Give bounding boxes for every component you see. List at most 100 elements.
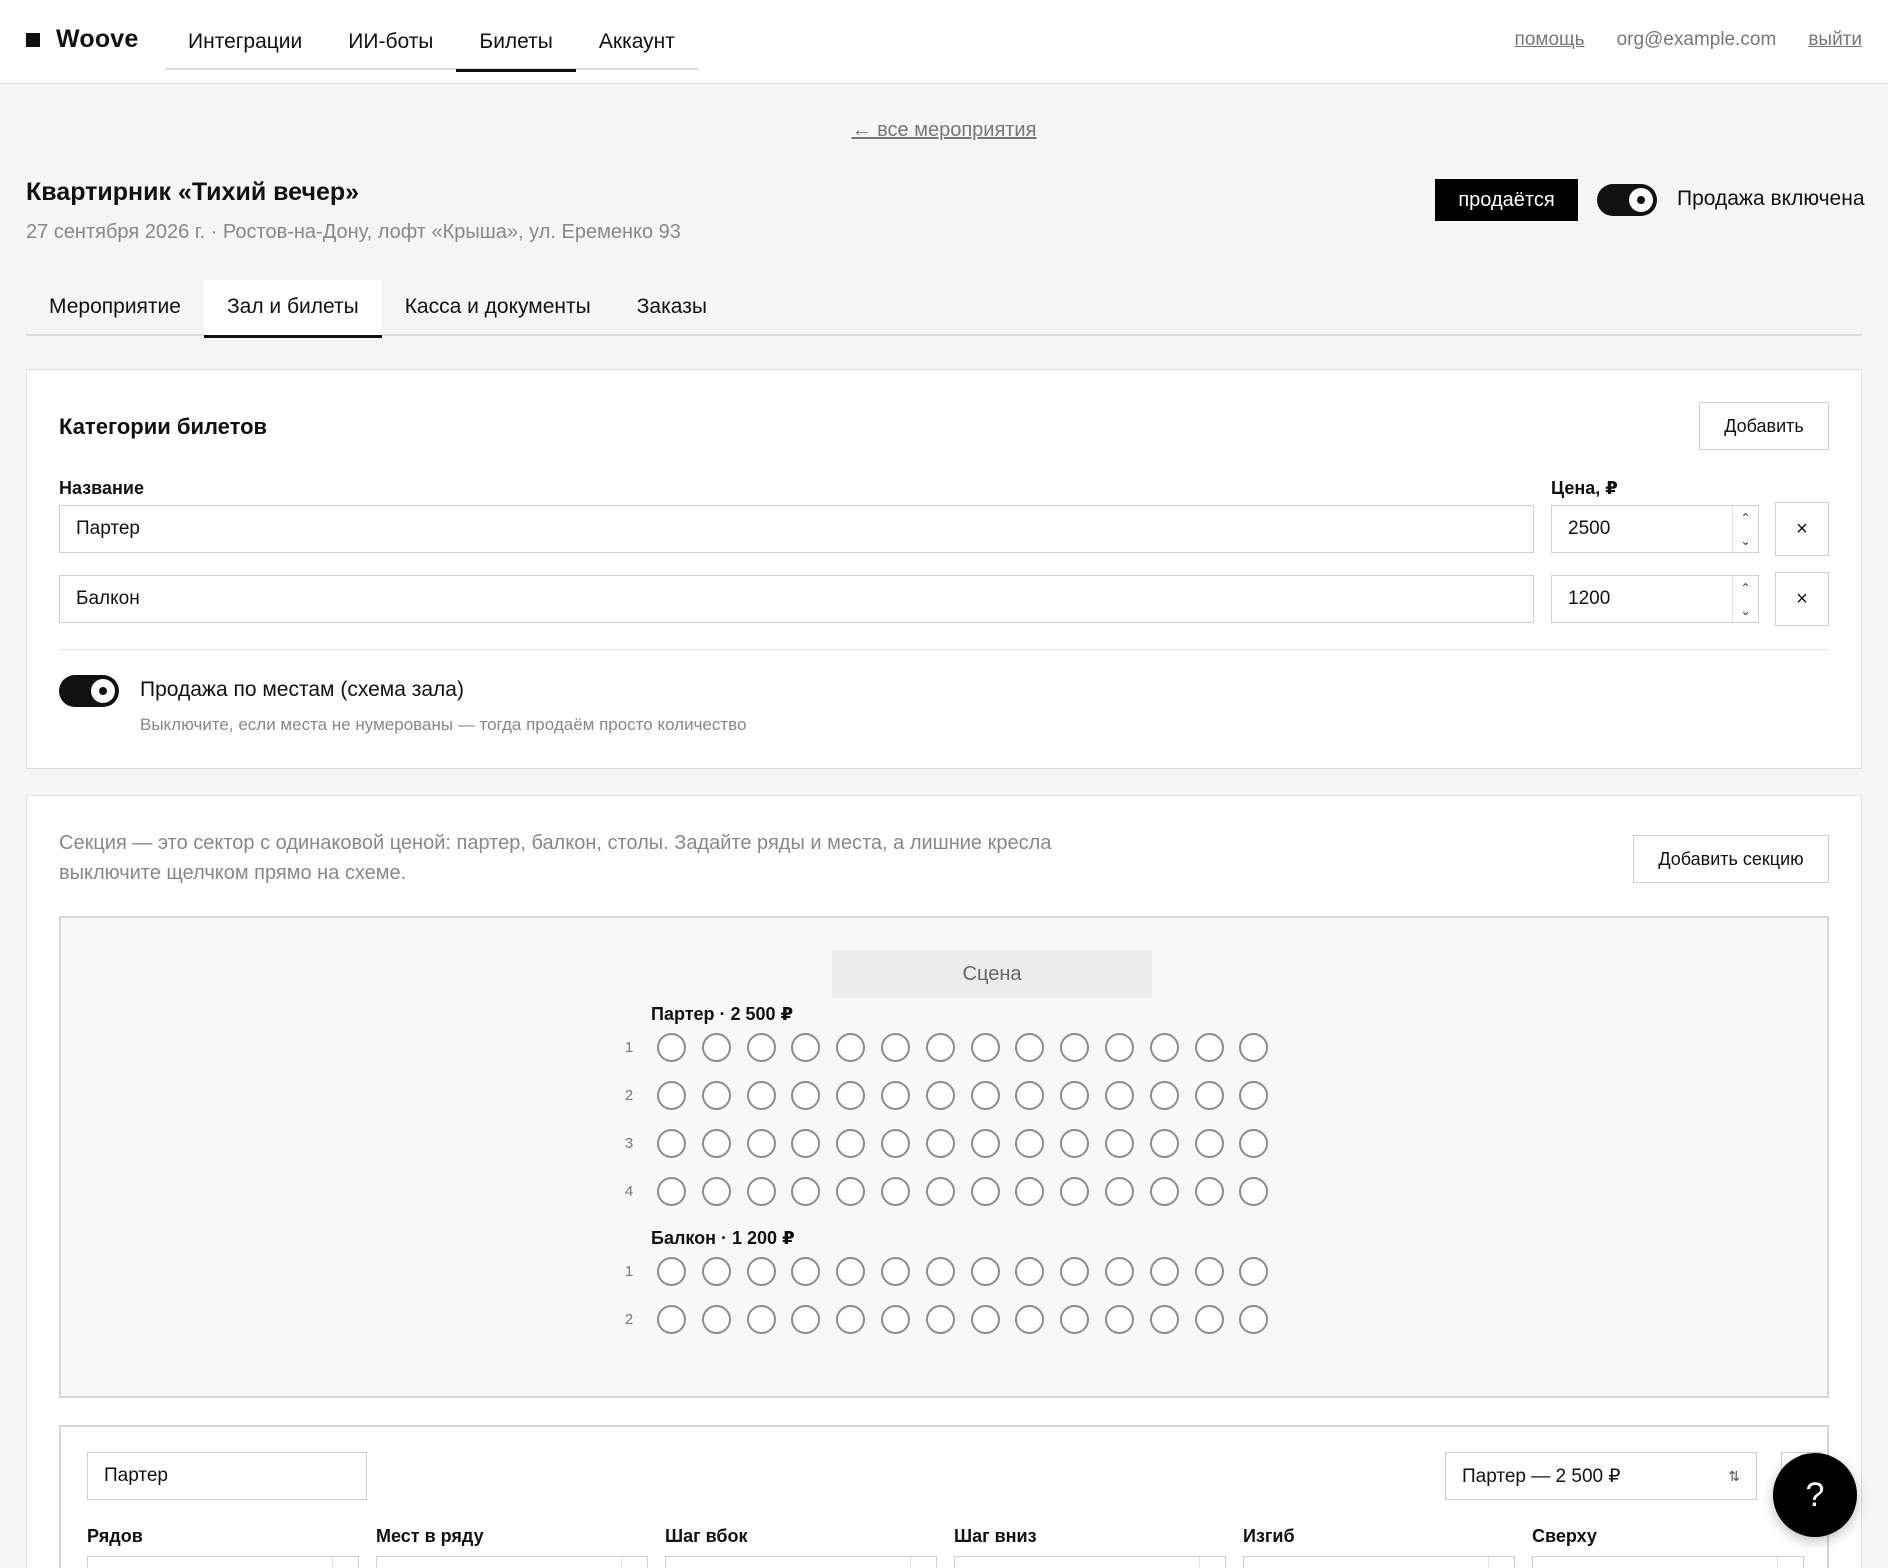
param-stepper[interactable]: ⌃ bbox=[1488, 1557, 1514, 1568]
seat[interactable] bbox=[1060, 1081, 1090, 1110]
seat[interactable] bbox=[701, 1257, 731, 1286]
seat[interactable] bbox=[1194, 1257, 1224, 1286]
price-stepper[interactable]: ⌃ ⌄ bbox=[1732, 576, 1758, 622]
seat[interactable] bbox=[970, 1257, 1000, 1286]
seat[interactable] bbox=[881, 1081, 910, 1110]
seat[interactable] bbox=[1194, 1305, 1224, 1334]
seat[interactable] bbox=[1015, 1129, 1045, 1158]
seat[interactable] bbox=[1060, 1177, 1090, 1206]
tab-hall-tickets[interactable]: Зал и билеты bbox=[203, 280, 382, 338]
seat[interactable] bbox=[746, 1305, 776, 1334]
seat[interactable] bbox=[970, 1081, 1000, 1110]
seat[interactable] bbox=[791, 1081, 821, 1110]
seat[interactable] bbox=[701, 1081, 731, 1110]
seat[interactable] bbox=[1149, 1081, 1179, 1110]
seat[interactable] bbox=[657, 1081, 686, 1110]
seat[interactable] bbox=[1149, 1033, 1179, 1062]
nav-item-tickets[interactable]: Билеты bbox=[456, 0, 577, 72]
remove-category-button[interactable]: × bbox=[1775, 572, 1829, 626]
help-button[interactable]: ? bbox=[1773, 1453, 1857, 1537]
param-stepper[interactable]: ⌃ bbox=[332, 1557, 358, 1568]
section-param-input[interactable]: ⌃ bbox=[376, 1556, 648, 1568]
seat[interactable] bbox=[791, 1033, 821, 1062]
back-to-events-link[interactable]: ← все мероприятия bbox=[852, 119, 1037, 141]
nav-item-account[interactable]: Аккаунт bbox=[576, 0, 698, 70]
sale-toggle[interactable] bbox=[1597, 184, 1657, 216]
seat[interactable] bbox=[836, 1177, 866, 1206]
seat[interactable] bbox=[881, 1129, 910, 1158]
seat[interactable] bbox=[1239, 1305, 1269, 1334]
section-param-input[interactable]: ⌃ bbox=[87, 1556, 359, 1568]
seat[interactable] bbox=[1015, 1081, 1045, 1110]
seat[interactable] bbox=[881, 1305, 910, 1334]
seat[interactable] bbox=[970, 1305, 1000, 1334]
seat[interactable] bbox=[746, 1129, 776, 1158]
seat[interactable] bbox=[657, 1257, 686, 1286]
tab-cashbox-docs[interactable]: Касса и документы bbox=[382, 280, 614, 336]
seat[interactable] bbox=[1015, 1257, 1045, 1286]
seat[interactable] bbox=[836, 1305, 866, 1334]
category-name-input[interactable]: Партер bbox=[59, 505, 1534, 553]
seat[interactable] bbox=[1149, 1177, 1179, 1206]
seat[interactable] bbox=[746, 1033, 776, 1062]
seat[interactable] bbox=[1105, 1305, 1134, 1334]
nav-item-ai-bots[interactable]: ИИ-боты bbox=[325, 0, 456, 70]
tab-orders[interactable]: Заказы bbox=[614, 280, 730, 336]
seat[interactable] bbox=[1194, 1177, 1224, 1206]
seat[interactable] bbox=[1060, 1129, 1090, 1158]
help-link[interactable]: помощь bbox=[1515, 29, 1585, 51]
seat[interactable] bbox=[791, 1129, 821, 1158]
section-param-input[interactable]: ⌃ bbox=[1243, 1556, 1515, 1568]
seat[interactable] bbox=[1239, 1081, 1269, 1110]
seat[interactable] bbox=[970, 1129, 1000, 1158]
param-stepper[interactable]: ⌃ bbox=[910, 1557, 936, 1568]
seat[interactable] bbox=[1149, 1257, 1179, 1286]
seat[interactable] bbox=[657, 1129, 686, 1158]
seat[interactable] bbox=[1105, 1033, 1134, 1062]
seat[interactable] bbox=[1105, 1257, 1134, 1286]
up-chevron-icon[interactable]: ⌃ bbox=[1740, 581, 1750, 595]
seat[interactable] bbox=[925, 1177, 955, 1206]
param-stepper[interactable]: ⌃ bbox=[1777, 1557, 1803, 1568]
seating-toggle[interactable] bbox=[59, 675, 119, 707]
seat[interactable] bbox=[1194, 1081, 1224, 1110]
remove-category-button[interactable]: × bbox=[1775, 502, 1829, 556]
down-chevron-icon[interactable]: ⌄ bbox=[1740, 604, 1750, 618]
category-name-input[interactable]: Балкон bbox=[59, 575, 1534, 623]
seat[interactable] bbox=[925, 1129, 955, 1158]
seat[interactable] bbox=[970, 1177, 1000, 1206]
seat[interactable] bbox=[1239, 1257, 1269, 1286]
down-chevron-icon[interactable]: ⌄ bbox=[1740, 534, 1750, 548]
seat[interactable] bbox=[1149, 1129, 1179, 1158]
seat[interactable] bbox=[881, 1033, 910, 1062]
section-category-select[interactable]: Партер — 2 500 ₽ ⇅ bbox=[1445, 1452, 1757, 1500]
seat[interactable] bbox=[657, 1033, 686, 1062]
seat[interactable] bbox=[701, 1033, 731, 1062]
seat[interactable] bbox=[836, 1033, 866, 1062]
tab-event[interactable]: Мероприятие bbox=[26, 280, 204, 336]
category-price-input[interactable]: 2500 ⌃ ⌄ bbox=[1551, 505, 1759, 553]
seat[interactable] bbox=[791, 1177, 821, 1206]
seat[interactable] bbox=[836, 1129, 866, 1158]
seat[interactable] bbox=[657, 1305, 686, 1334]
param-stepper[interactable]: ⌃ bbox=[1199, 1557, 1225, 1568]
seat[interactable] bbox=[701, 1305, 731, 1334]
seat[interactable] bbox=[836, 1081, 866, 1110]
seat[interactable] bbox=[746, 1177, 776, 1206]
logout-link[interactable]: выйти bbox=[1808, 29, 1862, 51]
seat[interactable] bbox=[1105, 1177, 1134, 1206]
param-stepper[interactable]: ⌃ bbox=[621, 1557, 647, 1568]
seat[interactable] bbox=[1194, 1129, 1224, 1158]
price-stepper[interactable]: ⌃ ⌄ bbox=[1732, 506, 1758, 552]
seat[interactable] bbox=[1149, 1305, 1179, 1334]
seat[interactable] bbox=[746, 1257, 776, 1286]
seat[interactable] bbox=[836, 1257, 866, 1286]
up-chevron-icon[interactable]: ⌃ bbox=[1740, 511, 1750, 525]
seat[interactable] bbox=[657, 1177, 686, 1206]
seat[interactable] bbox=[791, 1257, 821, 1286]
seat[interactable] bbox=[1015, 1177, 1045, 1206]
seat[interactable] bbox=[881, 1257, 910, 1286]
seat[interactable] bbox=[791, 1305, 821, 1334]
category-price-input[interactable]: 1200 ⌃ ⌄ bbox=[1551, 575, 1759, 623]
seat[interactable] bbox=[1239, 1177, 1269, 1206]
